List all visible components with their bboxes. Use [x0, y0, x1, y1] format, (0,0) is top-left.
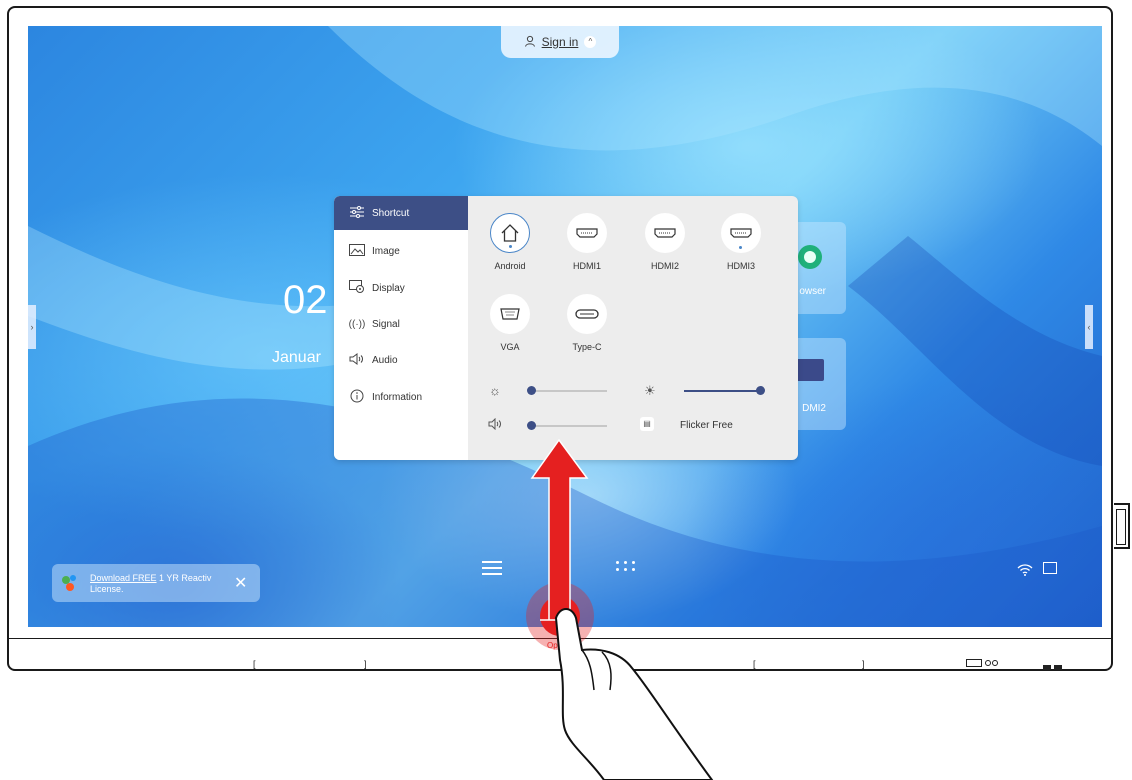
slider-fill [684, 390, 760, 392]
nav-item-image[interactable]: Image [334, 234, 468, 268]
nav-item-shortcut[interactable]: Shortcut [334, 196, 468, 230]
brightness-low-icon: ☼ [489, 383, 501, 398]
nav-label: Shortcut [372, 207, 410, 219]
menu-icon[interactable] [482, 561, 502, 579]
nav-label: Image [372, 245, 400, 257]
slider-knob[interactable] [527, 421, 536, 430]
app-logo-icon [62, 575, 76, 591]
source-vga[interactable]: VGA [475, 294, 545, 352]
contrast-slider[interactable] [684, 386, 765, 395]
nav-item-information[interactable]: Information [334, 380, 468, 414]
bezel-bottom-strip [9, 638, 1111, 657]
right-sidebar-handle[interactable]: ‹ [1085, 305, 1093, 349]
settings-panel: Shortcut Image Display ((·)) Signal Audi… [334, 196, 798, 460]
notification-line1: 1 YR Reactiv [156, 573, 212, 583]
display-settings-icon [348, 279, 366, 297]
nav-label: Display [372, 282, 405, 294]
source-type-c[interactable]: Type-C [552, 294, 622, 352]
signal-icon: ((·)) [348, 318, 366, 330]
hdmi-icon [794, 359, 824, 381]
info-icon [348, 389, 366, 406]
front-io-ports [966, 657, 999, 667]
sliders-icon [348, 205, 366, 221]
network-icon[interactable] [1043, 562, 1057, 574]
image-icon [348, 243, 366, 259]
source-hdmi2[interactable]: HDMI2 [630, 213, 700, 271]
source-hdmi1[interactable]: HDMI1 [552, 213, 622, 271]
hdmi-icon [645, 213, 685, 253]
user-icon [524, 35, 536, 50]
nav-label: Signal [372, 318, 400, 330]
brightness-slider[interactable] [527, 386, 607, 395]
notification-link[interactable]: Download FREE [90, 573, 157, 583]
gesture-label: Op [547, 641, 558, 650]
source-label: HDMI3 [726, 261, 755, 271]
notification-toast[interactable]: Download FREE 1 YR Reactiv License. ✕ [52, 564, 260, 602]
source-label: Type-C [572, 342, 602, 352]
hdmi-icon [721, 213, 761, 253]
nav-item-audio[interactable]: Audio [334, 343, 468, 377]
bezel-mark: [ [753, 659, 756, 669]
browser-icon [798, 245, 822, 269]
flicker-free-label: Flicker Free [680, 420, 733, 431]
vga-icon [490, 294, 530, 334]
brightness-high-icon: ☀ [644, 383, 656, 398]
wifi-icon[interactable] [1017, 563, 1033, 581]
home-icon [490, 213, 530, 253]
settings-nav: Shortcut Image Display ((·)) Signal Audi… [334, 196, 468, 460]
nav-item-signal[interactable]: ((·)) Signal [334, 307, 468, 341]
clock-date: Januar [272, 349, 321, 366]
notification-text: Download FREE 1 YR Reactiv License. [90, 573, 211, 595]
signin-tab[interactable]: Sign in ^ [501, 26, 619, 58]
left-sidebar-handle[interactable]: › [28, 305, 36, 349]
side-port [1114, 503, 1130, 549]
slider-knob[interactable] [756, 386, 765, 395]
flicker-free-icon[interactable]: ▤ [640, 417, 654, 431]
apps-grid-icon[interactable] [616, 561, 638, 575]
source-hdmi3[interactable]: HDMI3 [706, 213, 776, 271]
source-android[interactable]: Android [475, 213, 545, 271]
nav-item-display[interactable]: Display [334, 271, 468, 305]
close-icon[interactable]: ✕ [234, 573, 247, 593]
clock-time: 02 [283, 278, 328, 322]
source-label: HDMI2 [650, 261, 679, 271]
notification-line2: License. [90, 584, 124, 594]
volume-icon [488, 417, 502, 433]
bezel-mark: [ [253, 659, 256, 669]
hdmi-icon [567, 213, 607, 253]
signin-link[interactable]: Sign in [542, 35, 579, 49]
source-label: HDMI1 [572, 261, 601, 271]
source-label: Android [494, 261, 526, 271]
front-usb-ports [1043, 657, 1065, 675]
slider-knob[interactable] [527, 386, 536, 395]
nav-label: Information [372, 391, 423, 403]
chevron-up-icon[interactable]: ^ [584, 36, 597, 48]
volume-slider[interactable] [527, 421, 607, 430]
nav-label: Audio [372, 354, 398, 366]
bezel-mark: ] [364, 659, 367, 669]
bezel-mark: ] [862, 659, 865, 669]
usb-c-icon [567, 294, 607, 334]
source-label: VGA [500, 342, 520, 352]
speaker-icon [348, 352, 366, 368]
